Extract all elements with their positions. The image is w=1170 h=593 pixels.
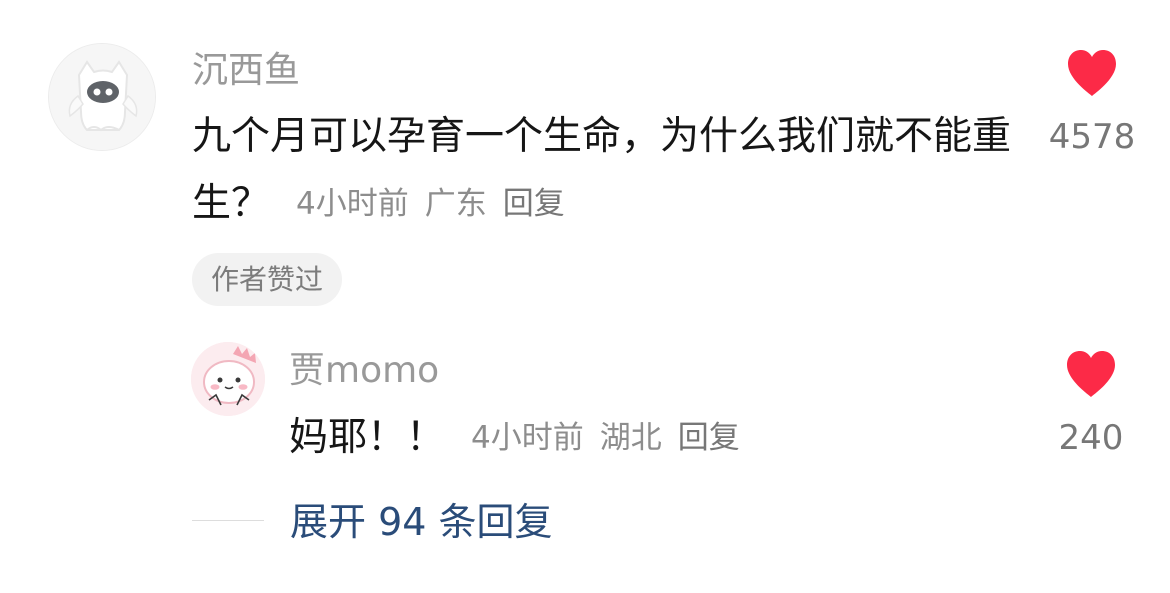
comment-time: 4小时前 [296,186,409,222]
pink-dinosaur-avatar-icon [191,342,265,416]
reply-body: 妈耶！！ 4小时前 湖北 回复 [289,404,1109,472]
reply-reply-button[interactable]: 回复 [678,420,740,456]
reply-text: 妈耶！！ [289,415,446,460]
like-count: 4578 [1048,117,1136,157]
commenter-username[interactable]: 沉西鱼 [192,49,300,93]
reply-location: 湖北 [599,420,662,456]
comment-meta: 4小时前 广东 回复 [296,186,581,222]
like-heart-icon[interactable] [1065,48,1119,98]
expand-replies-button[interactable]: 展开 94 条回复 [290,499,553,545]
comment-body: 九个月可以孕育一个生命，为什么我们就不能重生？ 4小时前 广东 回复 [192,103,1012,238]
replier-avatar[interactable] [191,342,265,416]
expand-divider [192,520,264,521]
replier-username[interactable]: 贾momo [289,349,439,393]
comment-location: 广东 [424,186,487,222]
comment-reply-button[interactable]: 回复 [503,186,565,222]
author-liked-badge: 作者赞过 [192,253,343,306]
reply-time: 4小时前 [471,420,584,456]
reply-meta: 4小时前 湖北 回复 [471,420,756,456]
reply-like-count: 240 [1058,418,1124,458]
ghost-cat-avatar-icon [49,44,155,150]
reply-like-heart-icon[interactable] [1064,349,1118,399]
commenter-avatar[interactable] [48,43,156,151]
